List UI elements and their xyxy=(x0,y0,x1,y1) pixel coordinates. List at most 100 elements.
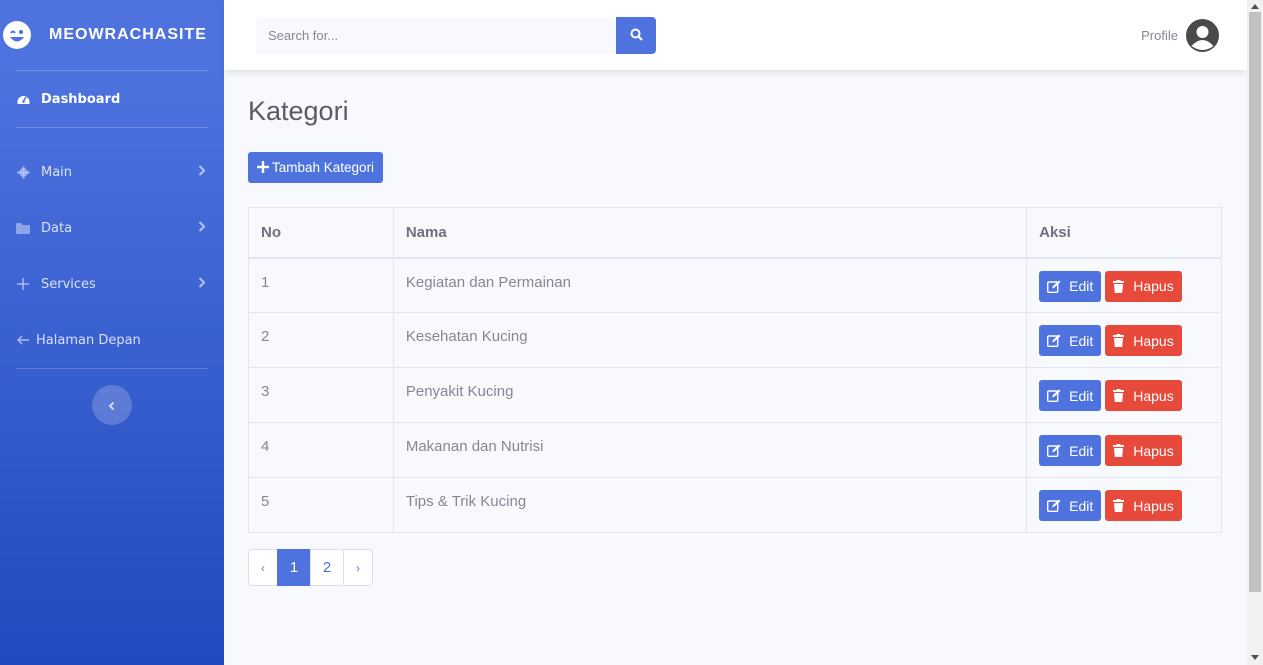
search-icon xyxy=(630,26,643,45)
page-prev-button[interactable]: ‹ xyxy=(248,549,278,586)
brand-name: MEOWRACHASITE xyxy=(49,26,207,43)
edit-label: Edit xyxy=(1069,332,1094,349)
delete-label: Hapus xyxy=(1133,497,1174,514)
table-row: 3 Penyakit Kucing Edit Hapus xyxy=(248,367,1222,423)
edit-button[interactable]: Edit xyxy=(1039,380,1102,411)
search-button[interactable] xyxy=(616,17,656,54)
category-table: No Nama Aksi 1 Kegiatan dan Permainan Edit… xyxy=(248,207,1222,533)
edit-button[interactable]: Edit xyxy=(1039,435,1102,466)
sidebar-divider xyxy=(16,368,208,369)
delete-button[interactable]: Hapus xyxy=(1105,325,1182,356)
edit-label: Edit xyxy=(1069,387,1094,404)
trash-icon xyxy=(1113,389,1128,402)
delete-button[interactable]: Hapus xyxy=(1105,490,1182,521)
page-title: Kategori xyxy=(248,96,349,126)
scrollbar[interactable] xyxy=(1247,0,1263,665)
row-number: 3 xyxy=(248,367,394,423)
table-header-row: No Nama Aksi xyxy=(248,207,1222,259)
delete-button[interactable]: Hapus xyxy=(1105,435,1182,466)
search-form xyxy=(256,17,656,54)
trash-icon xyxy=(1113,444,1128,457)
delete-label: Hapus xyxy=(1133,332,1174,349)
row-number: 2 xyxy=(248,312,394,368)
row-number: 5 xyxy=(248,477,394,533)
edit-button[interactable]: Edit xyxy=(1039,270,1102,302)
chevron-right-icon xyxy=(198,164,208,180)
edit-icon xyxy=(1047,280,1065,293)
trash-icon xyxy=(1113,279,1128,293)
sidebar-item-services[interactable]: Services xyxy=(0,256,224,312)
folder-icon xyxy=(16,222,30,234)
main-content: Kategori Tambah Kategori No Nama Aksi 1K… xyxy=(248,70,1222,586)
page-2-button[interactable]: 2 xyxy=(310,549,344,586)
edit-icon xyxy=(1047,334,1065,347)
sidebar-item-label: Services xyxy=(41,276,96,292)
sidebar-item-label: Main xyxy=(41,164,73,180)
add-category-label: Tambah Kategori xyxy=(272,160,375,175)
edit-icon xyxy=(1047,389,1065,402)
gear-icon xyxy=(16,165,30,179)
delete-label: Hapus xyxy=(1133,387,1174,404)
page-next-button[interactable]: › xyxy=(343,549,373,586)
arrow-left-icon xyxy=(16,335,29,345)
plus-icon xyxy=(16,278,30,290)
column-header-nama: Nama xyxy=(392,207,1028,259)
delete-button[interactable]: Hapus xyxy=(1105,270,1182,302)
row-actions: Edit Hapus xyxy=(1026,312,1222,368)
sidebar: MEOWRACHASITE Dashboard Main Data Servic… xyxy=(0,0,224,665)
add-category-button[interactable]: Tambah Kategori xyxy=(248,152,384,183)
sidebar-item-data[interactable]: Data xyxy=(0,200,224,256)
delete-label: Hapus xyxy=(1133,442,1174,459)
edit-button[interactable]: Edit xyxy=(1039,490,1102,521)
column-header-no: No xyxy=(248,207,394,259)
table-row: 5 Tips & Trik Kucing Edit Hapus xyxy=(248,477,1222,533)
profile-menu[interactable]: Profile xyxy=(1141,19,1219,52)
sidebar-item-label: Data xyxy=(41,220,73,236)
category-name: Tips & Trik Kucing xyxy=(392,477,1028,533)
row-actions: Edit Hapus xyxy=(1026,477,1222,533)
edit-button[interactable]: Edit xyxy=(1039,325,1102,356)
brand[interactable]: MEOWRACHASITE xyxy=(0,0,224,70)
scroll-up-arrow[interactable] xyxy=(1251,4,1259,9)
edit-icon xyxy=(1047,499,1065,512)
edit-label: Edit xyxy=(1069,278,1094,294)
topbar: Profile xyxy=(224,0,1247,70)
page-1-button[interactable]: 1 xyxy=(277,549,311,586)
category-name: Kesehatan Kucing xyxy=(392,312,1028,368)
sidebar-item-label: Dashboard xyxy=(41,91,121,107)
pagination: ‹ 1 2 › xyxy=(248,549,1222,586)
category-name: Makanan dan Nutrisi xyxy=(392,422,1028,478)
delete-button[interactable]: Hapus xyxy=(1105,380,1182,411)
scroll-thumb[interactable] xyxy=(1249,12,1261,592)
chevron-left-icon xyxy=(108,396,116,415)
trash-icon xyxy=(1113,334,1128,347)
table-row: 4 Makanan dan Nutrisi Edit Hapus xyxy=(248,422,1222,478)
sidebar-item-main[interactable]: Main xyxy=(0,144,224,200)
row-number: 4 xyxy=(248,422,394,478)
delete-label: Hapus xyxy=(1133,278,1174,294)
table-row: 1 Kegiatan dan Permainan Edit Hapus xyxy=(248,257,1222,313)
search-input[interactable] xyxy=(256,17,616,54)
edit-label: Edit xyxy=(1069,497,1094,514)
edit-icon xyxy=(1047,444,1065,457)
trash-icon xyxy=(1113,499,1128,512)
chevron-right-icon xyxy=(198,220,208,236)
row-number: 1 xyxy=(248,257,394,313)
sidebar-toggle-button[interactable] xyxy=(92,385,132,425)
laugh-wink-icon xyxy=(3,21,31,49)
chevron-right-icon xyxy=(198,276,208,292)
column-header-aksi: Aksi xyxy=(1026,207,1222,259)
edit-label: Edit xyxy=(1069,442,1094,459)
category-name: Kegiatan dan Permainan xyxy=(392,257,1028,313)
scroll-down-arrow[interactable] xyxy=(1251,655,1259,660)
plus-icon xyxy=(257,159,269,176)
category-name: Penyakit Kucing xyxy=(392,367,1028,423)
user-avatar-icon xyxy=(1186,19,1219,52)
row-actions: Edit Hapus xyxy=(1026,367,1222,423)
sidebar-item-dashboard[interactable]: Dashboard xyxy=(0,71,224,127)
row-actions: Edit Hapus xyxy=(1026,257,1222,313)
row-actions: Edit Hapus xyxy=(1026,422,1222,478)
sidebar-item-halaman-depan[interactable]: Halaman Depan xyxy=(0,312,224,368)
tachometer-icon xyxy=(16,93,30,106)
profile-label: Profile xyxy=(1141,28,1178,43)
